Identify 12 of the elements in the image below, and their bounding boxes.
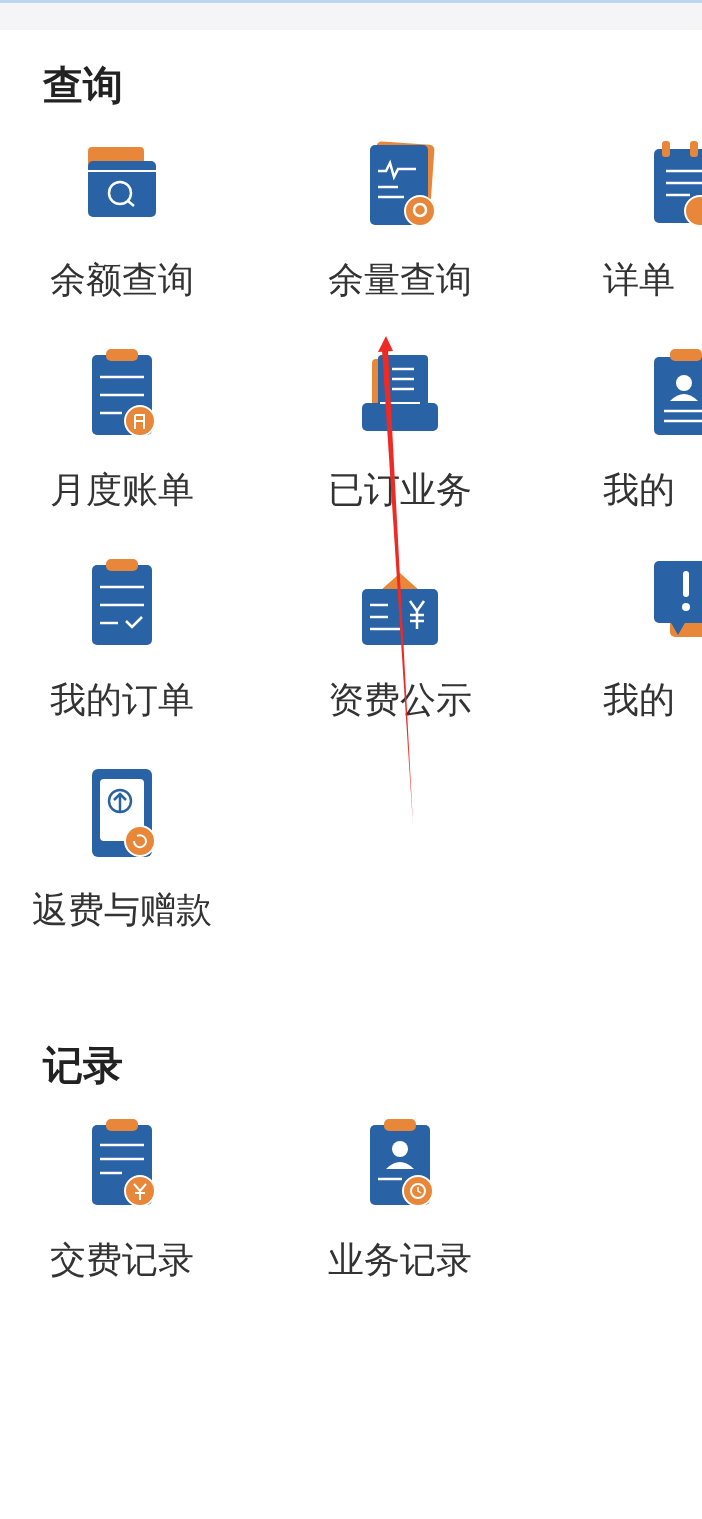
service-button[interactable]: 我的	[556, 555, 702, 725]
service-button[interactable]: 交费记录	[0, 1115, 244, 1285]
service-button[interactable]: 业务记录	[244, 1115, 556, 1285]
service-button[interactable]: 我的	[556, 345, 702, 515]
service-button[interactable]: 详单	[556, 135, 702, 305]
service-button[interactable]: 余量查询	[244, 135, 556, 305]
section-title: 查询	[42, 61, 124, 110]
section-title: 记录	[41, 1041, 124, 1090]
service-button[interactable]: 返费与赠款	[0, 765, 244, 935]
service-button[interactable]: 我的订单	[0, 555, 244, 725]
service-button[interactable]: 月度账单	[0, 345, 244, 515]
service-button[interactable]: 余额查询	[0, 135, 244, 305]
